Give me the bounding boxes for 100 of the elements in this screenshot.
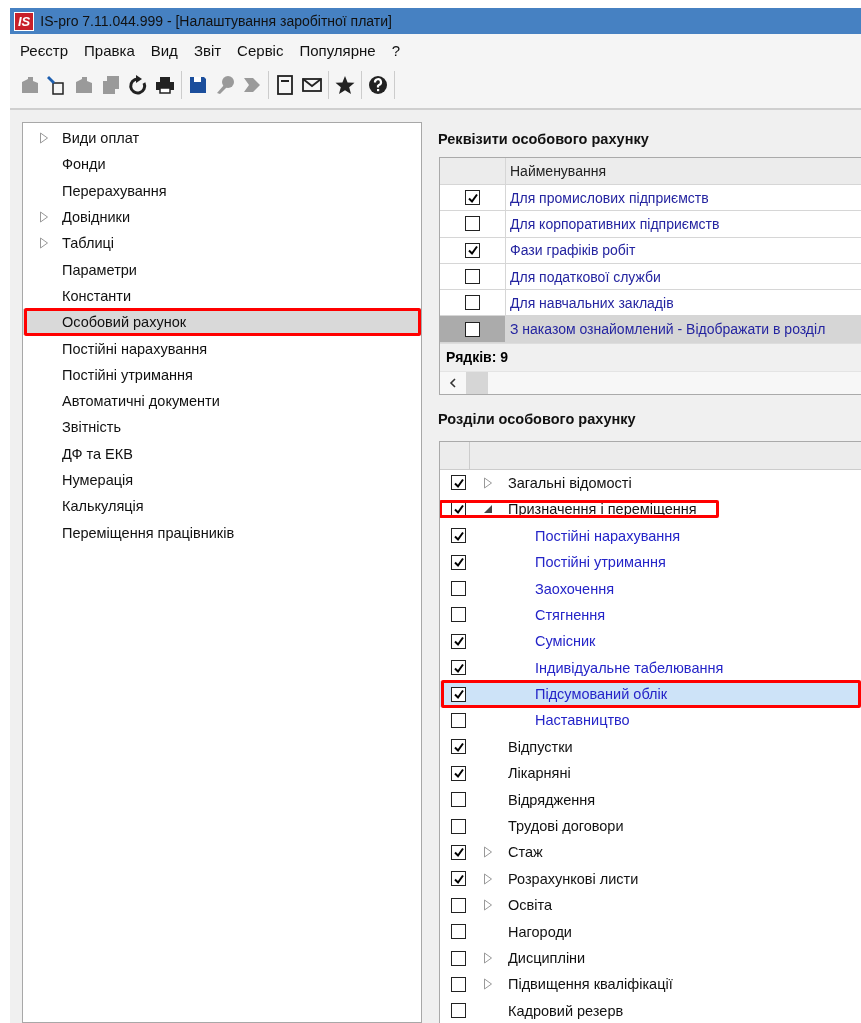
checkbox[interactable] <box>451 660 466 676</box>
tree-item[interactable]: Освіта <box>508 897 552 914</box>
section-heading: Розділи особового рахунку <box>437 409 637 429</box>
tree-item[interactable]: Заохочення <box>535 580 615 597</box>
refresh-icon[interactable] <box>127 74 149 96</box>
checkbox[interactable] <box>451 844 466 860</box>
table-cell-text: Фази графіків робіт <box>509 241 637 261</box>
checkbox[interactable] <box>451 633 466 649</box>
sidebar-item[interactable]: Переміщення працівників <box>62 524 235 541</box>
expand-arrow-icon[interactable] <box>483 952 493 964</box>
checkbox[interactable] <box>451 976 466 992</box>
checkbox[interactable] <box>451 950 466 966</box>
checkbox[interactable] <box>451 739 466 755</box>
horizontal-scrollbar[interactable] <box>440 370 861 394</box>
notebook-icon[interactable] <box>274 74 296 96</box>
checkbox[interactable] <box>465 216 480 232</box>
tree-item[interactable]: Стаж <box>508 844 543 861</box>
sidebar-item[interactable]: Таблиці <box>62 235 114 252</box>
expand-arrow-icon[interactable] <box>39 132 49 145</box>
help-icon[interactable] <box>367 74 389 96</box>
menu-item[interactable]: Реєстр <box>12 41 77 59</box>
checkbox[interactable] <box>451 792 466 808</box>
checkbox[interactable] <box>451 871 466 887</box>
tree-item[interactable]: Дисципліни <box>508 950 586 966</box>
menu-item[interactable]: Сервіс <box>229 41 292 59</box>
sidebar-item[interactable]: Особовий рахунок <box>62 314 187 331</box>
expand-arrow-icon[interactable] <box>483 476 493 489</box>
sidebar-item[interactable]: Автоматичні документи <box>62 393 220 410</box>
expand-arrow-icon[interactable] <box>483 899 493 912</box>
sidebar-item[interactable]: Параметри <box>62 261 137 278</box>
tree-item[interactable]: Стягнення <box>535 606 606 623</box>
table-cell-text: З наказом ознайомлений - Відображати в розділ <box>509 320 827 340</box>
checkbox[interactable] <box>451 554 466 570</box>
table-row[interactable]: Для податкової служби <box>440 263 861 291</box>
menu-item[interactable]: Звіт <box>185 41 230 59</box>
expand-arrow-icon[interactable] <box>483 978 493 991</box>
checkbox[interactable] <box>451 765 466 781</box>
scroll-thumb[interactable] <box>466 371 488 394</box>
expand-arrow-icon[interactable] <box>39 211 49 224</box>
checkbox[interactable] <box>451 686 466 702</box>
tree-item[interactable]: Відрядження <box>508 791 596 808</box>
sidebar-item[interactable]: Перерахування <box>62 182 167 199</box>
scroll-left-icon[interactable] <box>449 377 457 388</box>
menu-item[interactable]: ? <box>383 41 409 59</box>
sidebar-item[interactable]: Постійні утримання <box>62 366 193 383</box>
sidebar-item[interactable]: Константи <box>62 287 132 304</box>
tree-item[interactable]: Призначення і переміщення <box>508 501 697 518</box>
tree-item[interactable]: Підсумований облік <box>535 686 668 703</box>
checkbox[interactable] <box>451 1003 466 1019</box>
expand-arrow-icon[interactable] <box>483 872 493 885</box>
menu-item[interactable]: Правка <box>76 41 143 59</box>
checkbox[interactable] <box>451 897 466 913</box>
selected-row[interactable]: Підсумований облік <box>440 680 861 708</box>
sidebar-item[interactable]: Довідники <box>62 209 130 226</box>
checkbox[interactable] <box>451 713 466 728</box>
tree-item[interactable]: Кадровий резерв <box>508 1002 624 1019</box>
checkbox[interactable] <box>465 242 480 258</box>
checkbox[interactable] <box>465 269 480 285</box>
menu-item[interactable]: Популярне <box>291 41 384 59</box>
tree-item[interactable]: Розрахункові листи <box>508 870 639 887</box>
expanded-arrow-icon[interactable] <box>483 504 493 515</box>
menu-item[interactable]: Вид <box>142 41 186 59</box>
checkbox[interactable] <box>465 190 480 206</box>
expand-arrow-icon[interactable] <box>39 237 49 250</box>
checkbox[interactable] <box>451 924 466 940</box>
checkbox[interactable] <box>451 581 466 597</box>
sidebar-item[interactable]: Постійні нарахування <box>62 340 208 357</box>
checkbox[interactable] <box>451 818 466 834</box>
sidebar-item[interactable]: Калькуляція <box>62 498 144 515</box>
table-row[interactable]: З наказом ознайомлений - Відображати в розділ <box>440 316 861 343</box>
tree-item[interactable]: Постійні утримання <box>535 554 666 571</box>
table-row[interactable]: Для корпоративних підприємств <box>440 211 861 238</box>
tree-item[interactable]: Підвищення кваліфікації <box>508 976 673 993</box>
sidebar-item[interactable]: Звітність <box>62 419 121 436</box>
sidebar-item[interactable]: Нумерація <box>62 472 134 488</box>
checkbox[interactable] <box>451 607 466 623</box>
table-row[interactable]: Для промислових підприємств <box>440 185 861 212</box>
sidebar-item[interactable]: ДФ та ЕКВ <box>62 445 133 462</box>
table-row[interactable]: Фази графіків робіт <box>440 237 861 264</box>
checkbox[interactable] <box>451 475 466 491</box>
star-icon[interactable] <box>334 74 356 96</box>
checkbox[interactable] <box>465 295 480 311</box>
table-cell-text: Для промислових підприємств <box>509 188 710 208</box>
tree-item[interactable]: Відпустки <box>508 738 573 755</box>
save-icon[interactable] <box>187 74 209 96</box>
tree-item[interactable]: Загальні відомості <box>508 474 632 491</box>
sidebar-item[interactable]: Фонди <box>62 156 106 173</box>
tree-item[interactable]: Наставництво <box>535 712 630 729</box>
tree-item[interactable]: Трудові договори <box>508 818 624 835</box>
tree-item[interactable]: Сумісник <box>535 633 596 650</box>
checkbox[interactable] <box>451 528 466 544</box>
tree-item[interactable]: Індивідуальне табелювання <box>535 659 724 676</box>
table-cell-text: Для податкової служби <box>509 267 662 287</box>
tree-item[interactable]: Лікарняні <box>508 765 571 782</box>
sidebar-item[interactable]: Види оплат <box>62 130 140 147</box>
print-icon[interactable] <box>154 74 176 96</box>
expand-arrow-icon[interactable] <box>483 846 493 859</box>
tree-item[interactable]: Нагороди <box>508 923 572 940</box>
checkbox[interactable] <box>465 321 480 337</box>
tree-item[interactable]: Постійні нарахування <box>535 527 681 544</box>
